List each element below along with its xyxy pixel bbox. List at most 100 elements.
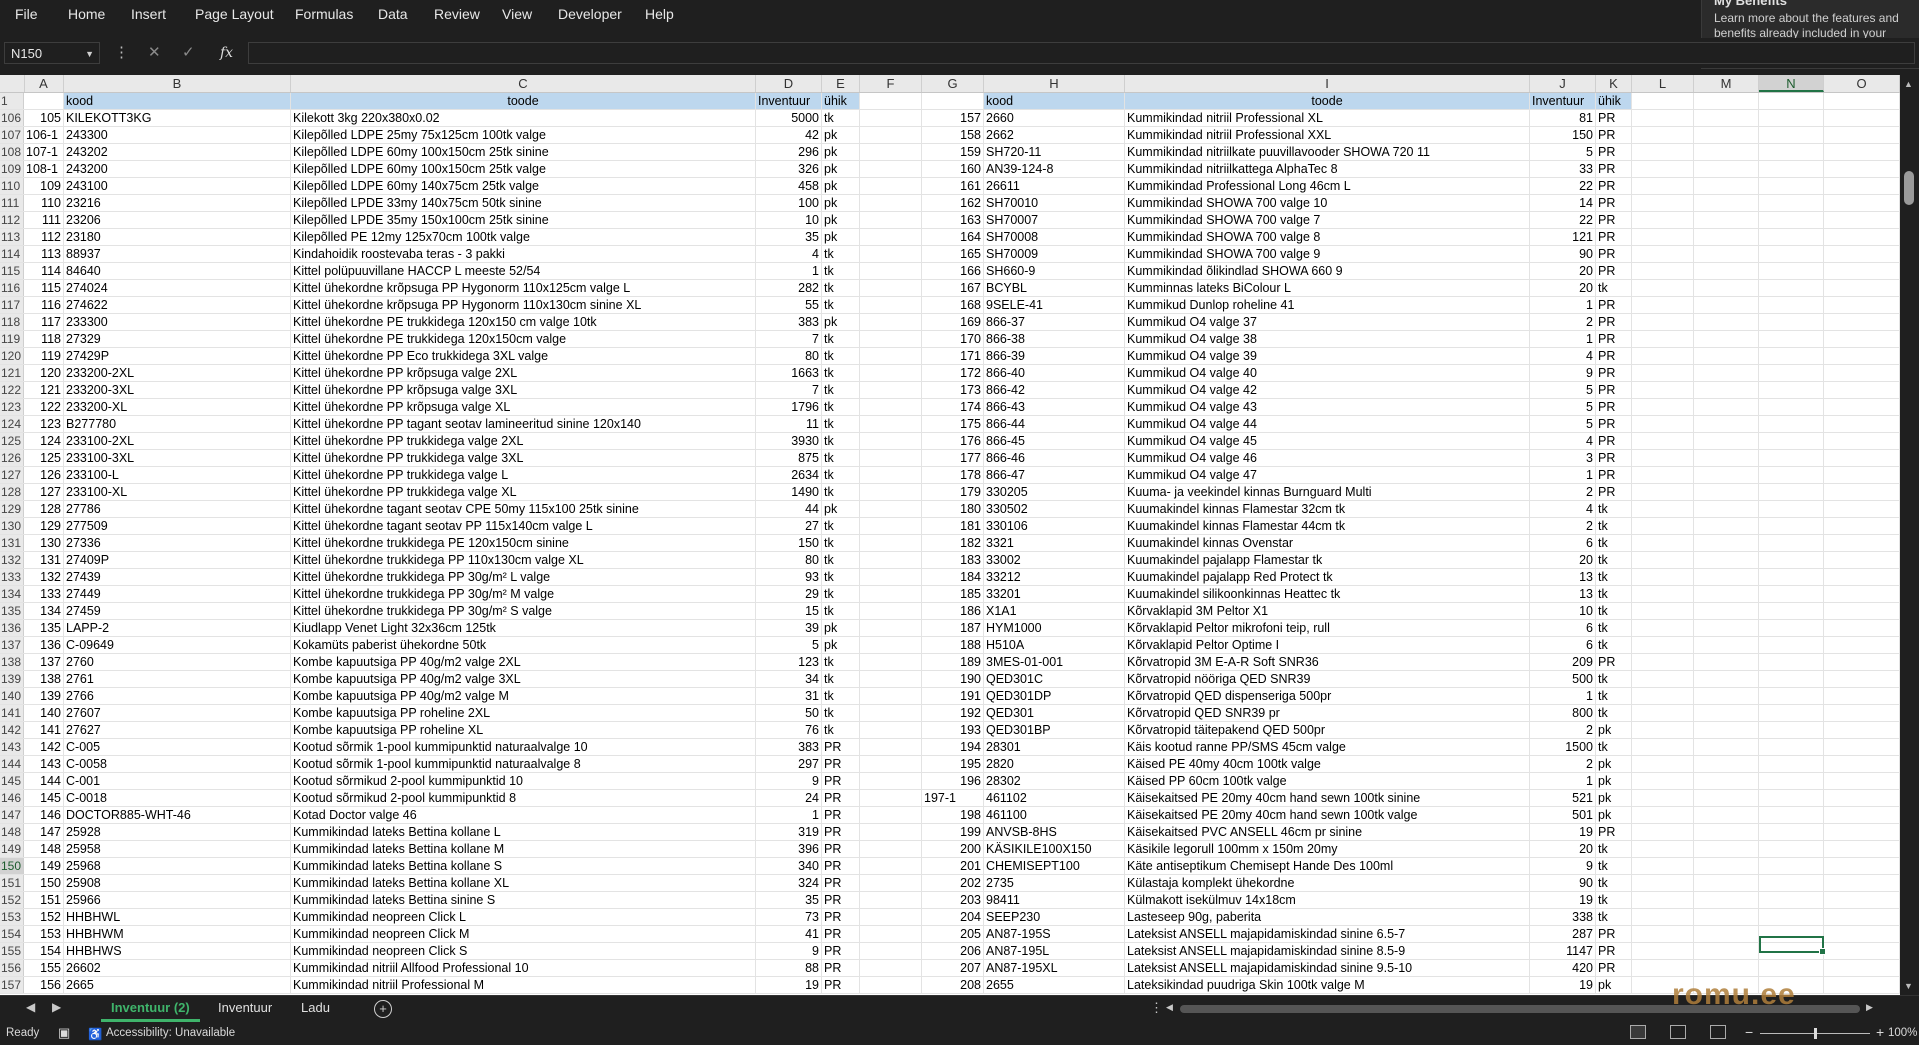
cell-uhik[interactable]: tk — [1596, 688, 1632, 704]
cell[interactable] — [1824, 195, 1900, 211]
cell[interactable] — [1759, 654, 1824, 670]
cell[interactable] — [1632, 637, 1694, 653]
cell-kood[interactable]: KÄSIKILE100X150 — [984, 841, 1125, 857]
zoom-out-icon[interactable]: − — [1745, 1024, 1753, 1040]
cell[interactable] — [1824, 110, 1900, 126]
cell-inventuur[interactable]: 20 — [1530, 841, 1596, 857]
cell-uhik[interactable]: PR — [822, 773, 860, 789]
cell[interactable] — [1759, 858, 1824, 874]
cell[interactable] — [1824, 365, 1900, 381]
cell-kood[interactable]: 2665 — [64, 977, 291, 993]
cell-nr[interactable]: 124 — [24, 433, 64, 449]
cell[interactable] — [1632, 93, 1694, 109]
column-title-toode[interactable]: toode — [1125, 93, 1530, 109]
cell-uhik[interactable]: PR — [1596, 127, 1632, 143]
cell-inventuur[interactable]: 324 — [756, 875, 822, 891]
cell-uhik[interactable]: PR — [1596, 229, 1632, 245]
cell-uhik[interactable]: PR — [822, 841, 860, 857]
row-header[interactable]: 121 — [0, 365, 24, 381]
cell-toode[interactable]: Kittel ühekordne PP trukkidega valge XL — [291, 484, 756, 500]
cell-uhik[interactable]: tk — [1596, 552, 1632, 568]
cell-kood[interactable]: 461100 — [984, 807, 1125, 823]
cell-kood[interactable]: 461102 — [984, 790, 1125, 806]
cell-kood[interactable]: 33201 — [984, 586, 1125, 602]
cell-toode[interactable]: Käised PE 40my 40cm 100tk valge — [1125, 756, 1530, 772]
row-header[interactable]: 157 — [0, 977, 24, 993]
zoom-slider[interactable] — [1760, 1028, 1870, 1039]
cell-nr[interactable]: 200 — [922, 841, 984, 857]
cell[interactable] — [1694, 637, 1759, 653]
cell-kood[interactable]: 2735 — [984, 875, 1125, 891]
cell-kood[interactable]: 3MES-01-001 — [984, 654, 1125, 670]
cell-uhik[interactable]: tk — [1596, 280, 1632, 296]
cell[interactable] — [1694, 688, 1759, 704]
cell-inventuur[interactable]: 29 — [756, 586, 822, 602]
cell-uhik[interactable]: tk — [1596, 705, 1632, 721]
cell-kood[interactable]: 330106 — [984, 518, 1125, 534]
row-header[interactable]: 124 — [0, 416, 24, 432]
row-header[interactable]: 156 — [0, 960, 24, 976]
cell-nr[interactable]: 162 — [922, 195, 984, 211]
cell[interactable] — [1694, 790, 1759, 806]
cell[interactable] — [1824, 416, 1900, 432]
cell[interactable] — [1632, 807, 1694, 823]
cell[interactable] — [1632, 535, 1694, 551]
cell-toode[interactable]: Kilepõlled LDPE 60my 100x150cm 25tk sini… — [291, 144, 756, 160]
cell-kood[interactable]: 27459 — [64, 603, 291, 619]
cell-nr[interactable]: 189 — [922, 654, 984, 670]
cell-toode[interactable]: Kombe kapuutsiga PP 40g/m2 valge M — [291, 688, 756, 704]
cell[interactable] — [860, 382, 922, 398]
cell-toode[interactable]: Kummikindad nitriilkate puuvillavooder S… — [1125, 144, 1530, 160]
cell-nr[interactable]: 130 — [24, 535, 64, 551]
cell-uhik[interactable]: tk — [822, 467, 860, 483]
cell[interactable] — [1632, 433, 1694, 449]
cell-nr[interactable]: 157 — [922, 110, 984, 126]
cell-kood[interactable]: 98411 — [984, 892, 1125, 908]
cell-inventuur[interactable]: 35 — [756, 229, 822, 245]
cell-inventuur[interactable]: 5 — [1530, 144, 1596, 160]
cell-toode[interactable]: Kõrvatropid QED SNR39 pr — [1125, 705, 1530, 721]
cell-kood[interactable]: 27329 — [64, 331, 291, 347]
cell-toode[interactable]: Kombe kapuutsiga PP 40g/m2 valge 2XL — [291, 654, 756, 670]
cell-toode[interactable]: Kummikud O4 valge 40 — [1125, 365, 1530, 381]
menu-data[interactable]: Data — [378, 0, 408, 30]
cell-kood[interactable]: 28302 — [984, 773, 1125, 789]
cell-kood[interactable]: 25958 — [64, 841, 291, 857]
cell-nr[interactable]: 208 — [922, 977, 984, 993]
cell-uhik[interactable]: PR — [1596, 348, 1632, 364]
select-all-corner[interactable] — [0, 75, 25, 92]
cell-nr[interactable]: 132 — [24, 569, 64, 585]
cell[interactable] — [1632, 212, 1694, 228]
cell[interactable] — [860, 722, 922, 738]
cell-inventuur[interactable]: 100 — [756, 195, 822, 211]
cell[interactable] — [860, 263, 922, 279]
cell[interactable] — [1759, 671, 1824, 687]
cancel-icon[interactable]: ✕ — [148, 43, 161, 63]
cell-uhik[interactable]: tk — [1596, 501, 1632, 517]
row-header[interactable]: 111 — [0, 195, 24, 211]
cell-inventuur[interactable]: 22 — [1530, 212, 1596, 228]
column-header-f[interactable]: F — [860, 75, 922, 92]
cell[interactable] — [1824, 178, 1900, 194]
cell-toode[interactable]: Kombe kapuutsiga PP 40g/m2 valge 3XL — [291, 671, 756, 687]
cell-nr[interactable]: 152 — [24, 909, 64, 925]
row-header[interactable]: 122 — [0, 382, 24, 398]
cell-toode[interactable]: Kõrvaklapid Peltor mikrofoni teip, rull — [1125, 620, 1530, 636]
cell[interactable] — [860, 484, 922, 500]
cell[interactable] — [860, 144, 922, 160]
cell[interactable] — [1632, 875, 1694, 891]
cell[interactable] — [1632, 450, 1694, 466]
cell[interactable] — [1632, 399, 1694, 415]
cell[interactable] — [1824, 977, 1900, 993]
scroll-right-icon[interactable]: ▶ — [1866, 1002, 1873, 1013]
cell[interactable] — [1759, 909, 1824, 925]
cell[interactable] — [860, 195, 922, 211]
cell-kood[interactable]: 274622 — [64, 297, 291, 313]
cell-toode[interactable]: Käis kootud ranne PP/SMS 45cm valge — [1125, 739, 1530, 755]
cell-inventuur[interactable]: 123 — [756, 654, 822, 670]
row-header[interactable]: 135 — [0, 603, 24, 619]
cell-inventuur[interactable]: 875 — [756, 450, 822, 466]
cell[interactable] — [860, 620, 922, 636]
cell-uhik[interactable]: PR — [822, 875, 860, 891]
row-header[interactable]: 133 — [0, 569, 24, 585]
